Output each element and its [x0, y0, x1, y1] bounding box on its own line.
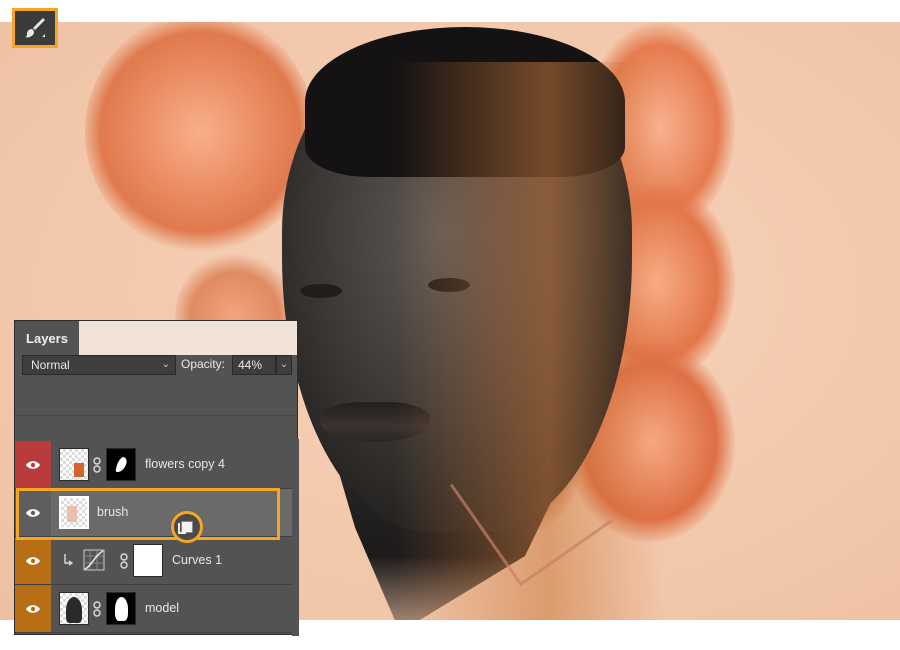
layer-thumbnail	[59, 448, 89, 481]
brush-tool-button[interactable]	[12, 8, 58, 48]
link-icon[interactable]	[119, 553, 129, 569]
layer-name: Curves 1	[172, 553, 223, 567]
leaf-mask-shape-icon	[115, 457, 127, 473]
visibility-toggle[interactable]	[15, 537, 51, 584]
brush-color-wash	[282, 62, 662, 620]
clip-arrow-icon	[64, 554, 73, 566]
eye-icon	[26, 604, 40, 613]
tab-layers-label: Layers	[26, 330, 68, 346]
opacity-input[interactable]: 44%	[232, 355, 276, 375]
opacity-value: 44%	[238, 358, 263, 372]
layer-row-curves-1[interactable]: Curves 1	[15, 537, 297, 585]
opacity-dropdown-button[interactable]: ⌄	[276, 355, 292, 375]
tab-layers[interactable]: Layers	[15, 321, 79, 355]
layer-thumbnail	[59, 592, 89, 625]
panel-divider	[15, 415, 297, 416]
visibility-toggle[interactable]	[15, 585, 51, 632]
panel-tab-bar-empty	[79, 321, 297, 355]
layer-mask-thumbnail[interactable]	[106, 592, 136, 625]
eye-icon	[26, 460, 40, 469]
model-thumbnail-mark	[66, 597, 82, 623]
panel-tab-bar: Layers	[15, 321, 297, 355]
flower-cluster-left	[85, 22, 315, 252]
layer-name: model	[145, 601, 180, 615]
chevron-down-icon: ⌄	[161, 359, 170, 370]
layer-name: flowers copy 4	[145, 457, 225, 471]
clip-arrow-icon	[178, 523, 186, 534]
layer-mask-thumbnail[interactable]	[106, 448, 136, 481]
link-icon[interactable]	[92, 457, 102, 473]
visibility-toggle[interactable]	[15, 441, 51, 488]
panel-scrollbar-track[interactable]	[292, 439, 299, 636]
opacity-label: Opacity:	[181, 357, 226, 371]
layer-row-flowers-copy-4[interactable]: flowers copy 4	[15, 441, 297, 489]
selected-layer-highlight	[16, 488, 280, 540]
blend-mode-value: Normal	[31, 358, 70, 372]
link-icon[interactable]	[92, 601, 102, 617]
blend-mode-select[interactable]: Normal ⌄	[22, 355, 176, 375]
flower-thumbnail-mark	[74, 463, 84, 477]
clipping-mask-badge[interactable]	[171, 511, 203, 543]
curves-adjustment-icon	[83, 549, 105, 571]
brush-tool-icon	[25, 18, 45, 38]
chevron-down-icon: ⌄	[279, 359, 289, 370]
model-mask-shape	[115, 597, 128, 621]
layer-row-model[interactable]: model	[15, 585, 297, 633]
eye-icon	[26, 556, 40, 565]
layers-panel: Layers Normal ⌄ Opacity: 44% ⌄ flowers c…	[14, 320, 299, 636]
layer-mask-thumbnail[interactable]	[133, 544, 163, 577]
